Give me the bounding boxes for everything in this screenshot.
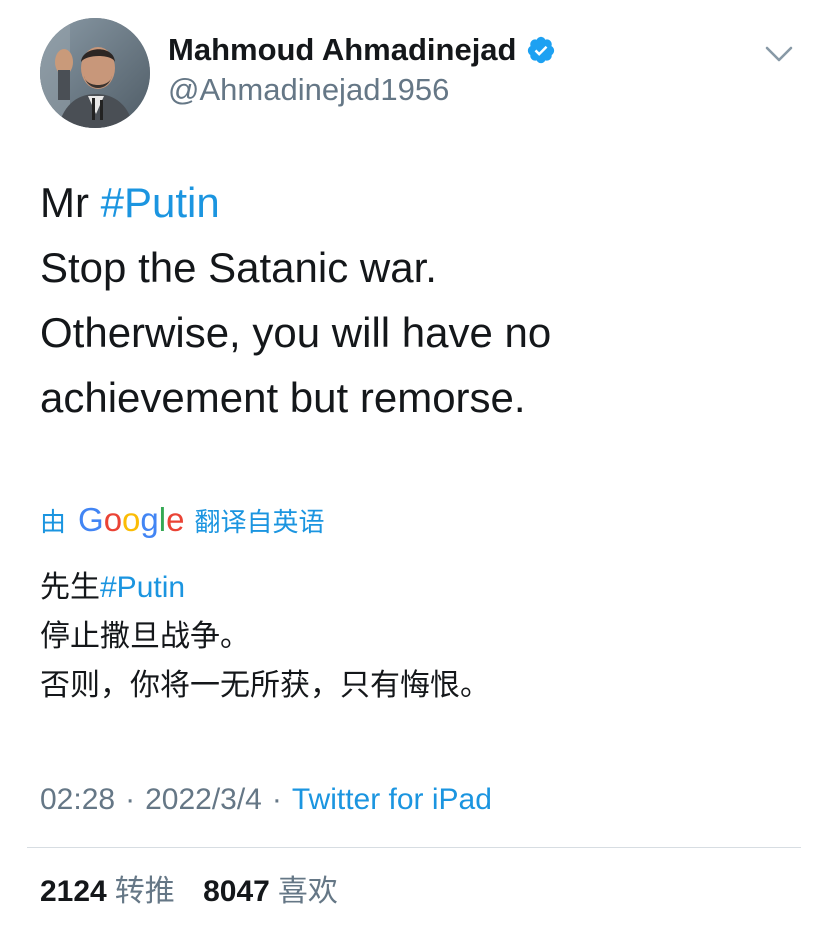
tweet-line-prefix: Mr [40, 179, 101, 226]
author-display-name[interactable]: Mahmoud Ahmadinejad [168, 31, 556, 69]
divider [27, 847, 801, 848]
translated-line: 先生#Putin [40, 563, 800, 612]
tweet-text: Mr #Putin Stop the Satanic war. Otherwis… [40, 170, 800, 430]
tweet-line: achievement but remorse. [40, 374, 526, 421]
meta-separator: · [125, 783, 136, 816]
avatar-photo [40, 18, 150, 128]
retweets-stat[interactable]: 2124 转推 [40, 875, 175, 908]
tweet-line: Stop the Satanic war. [40, 244, 437, 291]
likes-label: 喜欢 [277, 875, 338, 908]
google-logo: Google [78, 501, 185, 538]
translated-from-label: 翻译自英语 [194, 506, 325, 537]
retweets-count: 2124 [40, 875, 107, 908]
hashtag-link[interactable]: #Putin [100, 571, 185, 604]
hashtag-link[interactable]: #Putin [101, 179, 220, 226]
tweet-time: 02:28 [40, 783, 116, 816]
retweets-label: 转推 [114, 875, 175, 908]
tweet-line: Mr #Putin [40, 170, 800, 235]
likes-count: 8047 [203, 875, 270, 908]
tweet-source-link[interactable]: Twitter for iPad [292, 783, 492, 816]
chevron-down-icon[interactable] [762, 40, 796, 68]
translated-line: 否则，你将一无所获，只有悔恨。 [40, 669, 490, 702]
tweet-line: Otherwise, you will have no [40, 309, 552, 356]
translated-by-label: 由 [40, 506, 67, 537]
meta-separator: · [271, 783, 282, 816]
translation-attribution[interactable]: 由 Google 翻译自英语 [40, 498, 324, 542]
translated-line: 停止撒旦战争。 [40, 620, 250, 653]
tweet-stats: 2124 转推 8047 喜欢 [40, 872, 338, 912]
translated-line-prefix: 先生 [40, 571, 100, 604]
tweet-date: 2022/3/4 [145, 783, 262, 816]
avatar[interactable] [40, 18, 150, 128]
tweet-meta: 02:28 · 2022/3/4 · Twitter for iPad [40, 780, 492, 820]
translated-text: 先生#Putin 停止撒旦战争。 否则，你将一无所获，只有悔恨。 [40, 563, 800, 710]
author-handle[interactable]: @Ahmadinejad1956 [168, 72, 449, 108]
display-name-text: Mahmoud Ahmadinejad [168, 32, 517, 67]
verified-badge-icon [528, 36, 555, 64]
likes-stat[interactable]: 8047 喜欢 [203, 875, 338, 908]
